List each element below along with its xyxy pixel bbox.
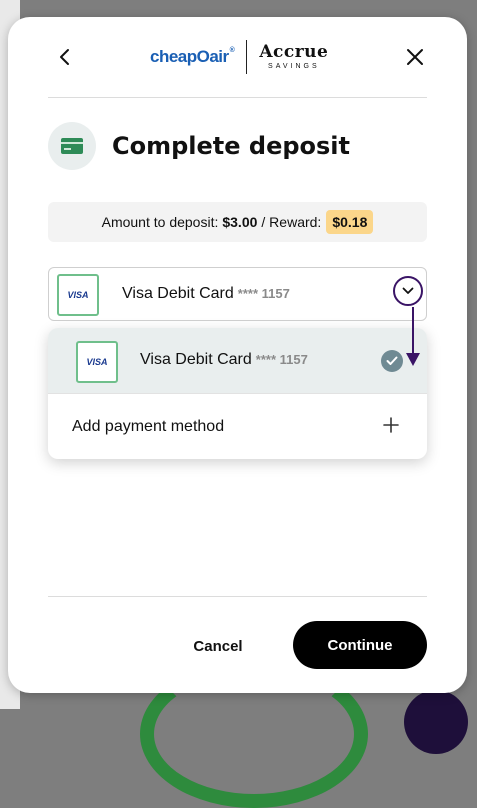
add-payment-method-option[interactable]: Add payment method — [48, 394, 427, 459]
amount-label: Amount to deposit: — [101, 214, 219, 230]
amount-summary: Amount to deposit: $3.00 / Reward: $0.18 — [48, 202, 427, 242]
footer-divider — [48, 596, 427, 597]
visa-card-icon: VISA — [76, 341, 118, 383]
reward-label: / Reward: — [261, 214, 322, 230]
chevron-left-icon — [60, 49, 69, 65]
deposit-modal: cheapOair ® Accrue SAVINGS Complete depos… — [8, 17, 467, 693]
payment-method-select[interactable]: VISA Visa Debit Card **** 1157 — [48, 267, 427, 321]
dropdown-option-visa[interactable]: VISA Visa Debit Card **** 1157 — [48, 328, 427, 393]
plus-icon — [383, 417, 399, 433]
chevron-down-icon — [402, 287, 414, 294]
dropdown-toggle-button[interactable] — [393, 276, 423, 306]
continue-button[interactable]: Continue — [293, 621, 427, 669]
visa-card-icon: VISA — [57, 274, 99, 316]
close-icon — [407, 49, 423, 65]
selected-card-label: Visa Debit Card **** 1157 — [122, 285, 290, 302]
modal-header: cheapOair ® Accrue SAVINGS — [48, 37, 427, 77]
payment-method-dropdown: VISA Visa Debit Card **** 1157 Add paymen… — [48, 328, 427, 459]
add-payment-label: Add payment method — [72, 418, 225, 435]
credit-card-icon — [48, 122, 96, 170]
accrue-logo: Accrue SAVINGS — [259, 42, 329, 71]
cheapoair-logo: cheapOair ® — [150, 47, 235, 66]
close-button[interactable] — [403, 45, 427, 69]
back-button[interactable] — [53, 45, 77, 69]
chat-launcher-button[interactable] — [404, 690, 468, 754]
reward-badge: $0.18 — [326, 210, 374, 234]
page-title: Complete deposit — [112, 132, 351, 160]
annotation-arrow-line — [412, 307, 414, 359]
title-row: Complete deposit — [48, 122, 350, 170]
annotation-arrow-head — [406, 353, 420, 366]
header-divider — [48, 97, 427, 98]
check-circle-icon — [381, 350, 403, 372]
logo-divider — [246, 40, 248, 74]
option-card-label: Visa Debit Card **** 1157 — [140, 351, 308, 368]
cancel-button[interactable]: Cancel — [168, 623, 268, 669]
amount-value: $3.00 — [222, 214, 258, 230]
brand-logos: cheapOair ® Accrue SAVINGS — [150, 39, 328, 75]
